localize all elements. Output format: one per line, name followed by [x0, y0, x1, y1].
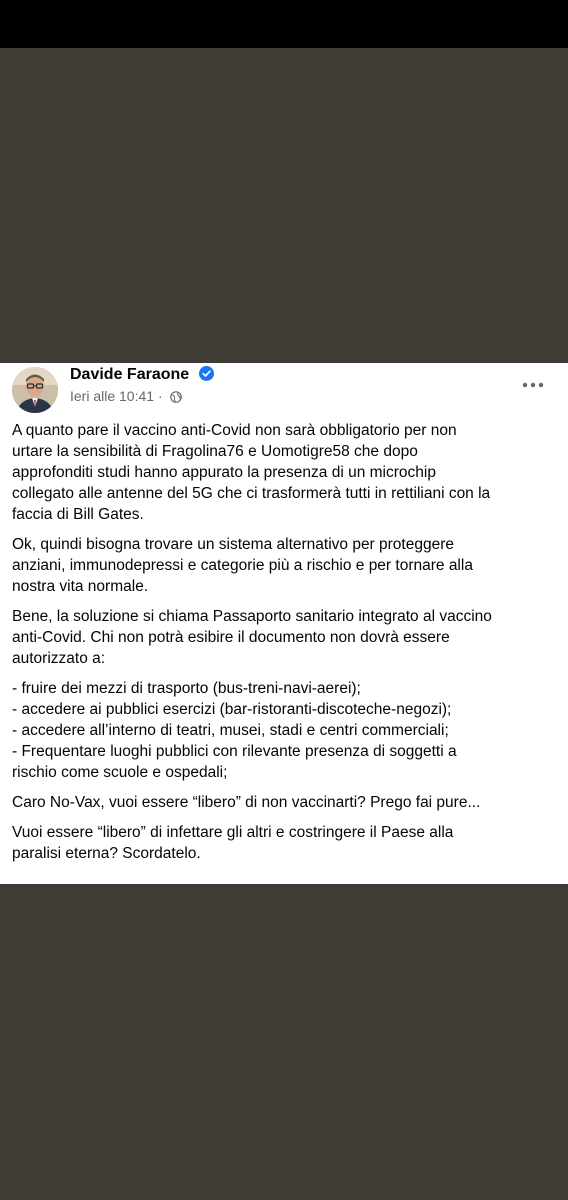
status-bar — [0, 0, 568, 48]
list-item: - accedere ai pubblici esercizi (bar-ris… — [12, 701, 452, 718]
verified-badge-icon — [198, 366, 214, 381]
more-options-icon — [522, 382, 544, 388]
list-item: - fruire dei mezzi di trasporto (bus-tre… — [12, 680, 361, 697]
globe-icon — [169, 390, 182, 403]
post-paragraph: Vuoi essere “libero” di infettare gli al… — [12, 824, 454, 862]
list-item: - Frequentare luoghi pubblici con rileva… — [12, 743, 457, 781]
post-paragraph: A quanto pare il vaccino anti-Covid non … — [12, 422, 491, 523]
more-options-button[interactable] — [520, 375, 546, 395]
author-name[interactable]: Davide Faraone — [70, 366, 189, 383]
post-text: A quanto pare il vaccino anti-Covid non … — [12, 420, 552, 873]
meta-separator: · — [157, 388, 163, 404]
post-paragraph: Caro No-Vax, vuoi essere “libero” di non… — [12, 794, 481, 811]
post-paragraph: Ok, quindi bisogna trovare un sistema al… — [12, 536, 473, 595]
list-item: - accedere all’interno di teatri, musei,… — [12, 722, 449, 739]
post-meta: Ieri alle 10:41 · — [70, 388, 182, 404]
post-paragraph: Bene, la soluzione si chiama Passaporto … — [12, 608, 492, 667]
post-bullet-list: - fruire dei mezzi di trasporto (bus-tre… — [12, 678, 552, 783]
avatar-photo — [12, 367, 58, 413]
author-avatar[interactable] — [12, 367, 58, 413]
author-name-row: Davide Faraone — [70, 366, 214, 384]
post-timestamp[interactable]: Ieri alle 10:41 — [70, 388, 154, 404]
facebook-post: Davide Faraone Ieri alle 10:41 · A quant… — [0, 363, 568, 884]
